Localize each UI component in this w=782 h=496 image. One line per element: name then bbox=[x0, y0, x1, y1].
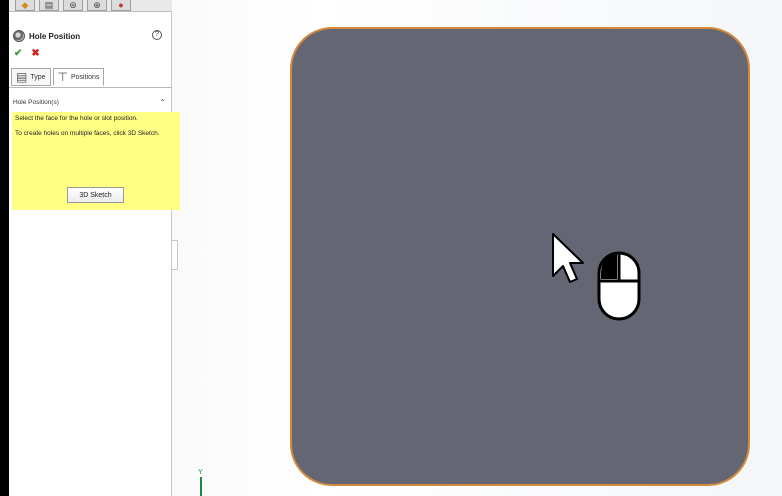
page-title: Hole Position bbox=[29, 31, 81, 41]
collapse-chevron-icon[interactable]: ⌃ bbox=[159, 98, 166, 107]
hole-position-icon bbox=[13, 30, 25, 42]
display-manager-icon[interactable]: ● bbox=[111, 0, 131, 11]
tab-divider bbox=[9, 87, 172, 88]
part-face[interactable] bbox=[290, 27, 750, 486]
mouse-pointer-icon bbox=[552, 233, 584, 283]
hole-positions-section-header[interactable]: Hole Position(s) ⌃ bbox=[13, 98, 173, 111]
property-manager-title-row: Hole Position ? bbox=[13, 29, 171, 43]
ok-button[interactable]: ✔ bbox=[14, 48, 22, 60]
help-icon[interactable]: ? bbox=[152, 30, 162, 40]
panel-splitter-handle[interactable] bbox=[172, 240, 178, 270]
type-tab-icon: ▤ bbox=[16, 70, 28, 84]
triad-y-axis bbox=[200, 477, 202, 496]
tab-type[interactable]: ▤ Type bbox=[11, 68, 51, 86]
feature-manager-icon[interactable]: ◆ bbox=[15, 0, 35, 11]
property-manager-panel: ◆ ▤ ⊛ ⊕ ● Hole Position ? ✔ ✖ ▤ Type ⊤ P… bbox=[9, 0, 180, 496]
positions-tab-icon: ⊤ bbox=[57, 70, 68, 84]
hint-message-box: Select the face for the hole or slot pos… bbox=[12, 112, 180, 210]
reference-triad: Y bbox=[195, 469, 207, 496]
manager-tab-strip: ◆ ▤ ⊛ ⊕ ● bbox=[9, 0, 172, 12]
triad-y-label: Y bbox=[198, 469, 203, 476]
hint-text-3d-sketch: To create holes on multiple faces, click… bbox=[15, 129, 160, 137]
section-title: Hole Position(s) bbox=[13, 99, 59, 106]
hint-text-select-face: Select the face for the hole or slot pos… bbox=[15, 115, 138, 122]
3d-sketch-button[interactable]: 3D Sketch bbox=[67, 187, 124, 203]
confirm-cancel-row: ✔ ✖ bbox=[14, 48, 40, 60]
tab-type-label: Type bbox=[30, 73, 46, 81]
tab-positions[interactable]: ⊤ Positions bbox=[52, 68, 105, 86]
mouse-left-click-icon bbox=[597, 251, 641, 321]
property-tabs: ▤ Type ⊤ Positions bbox=[11, 68, 105, 86]
dimxpert-icon[interactable]: ⊕ bbox=[87, 0, 107, 11]
configuration-manager-icon[interactable]: ⊛ bbox=[63, 0, 83, 11]
tab-positions-label: Positions bbox=[70, 73, 100, 81]
property-manager-icon[interactable]: ▤ bbox=[39, 0, 59, 11]
cancel-button[interactable]: ✖ bbox=[31, 48, 39, 60]
